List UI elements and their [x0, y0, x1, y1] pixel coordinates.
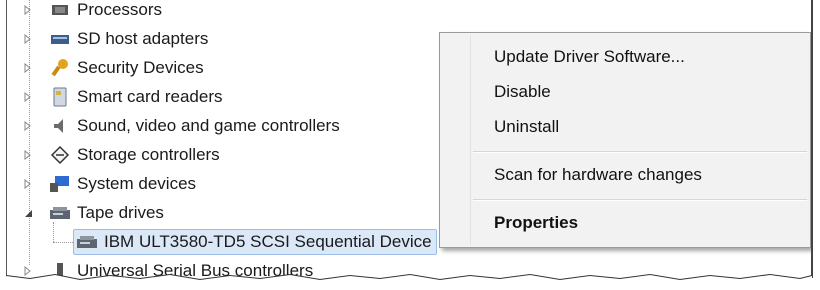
key-icon: [49, 58, 71, 78]
collapse-arrow-icon[interactable]: [23, 208, 33, 218]
tree-item-tape-drives[interactable]: Tape drives: [21, 200, 164, 226]
expand-arrow-icon[interactable]: [23, 179, 33, 189]
menu-separator: [473, 151, 807, 153]
menu-item-update-driver[interactable]: Update Driver Software...: [494, 47, 685, 67]
menu-item-uninstall[interactable]: Uninstall: [494, 117, 559, 137]
menu-separator: [473, 199, 807, 201]
processor-icon: [49, 0, 71, 20]
tree-item-sound-video-game[interactable]: Sound, video and game controllers: [21, 113, 340, 139]
tree-item-system-devices[interactable]: System devices: [21, 171, 196, 197]
smart-card-icon: [49, 87, 71, 107]
context-menu: Update Driver Software... Disable Uninst…: [439, 32, 811, 248]
expand-arrow-icon[interactable]: [23, 63, 33, 73]
tree-item-label: Security Devices: [77, 58, 204, 77]
tape-drive-icon: [49, 203, 71, 223]
tree-line: [53, 242, 73, 243]
tree-item-label: Tape drives: [77, 203, 164, 222]
tree-item-label: IBM ULT3580-TD5 SCSI Sequential Device: [104, 232, 432, 251]
tree-item-security-devices[interactable]: Security Devices: [21, 55, 204, 81]
speaker-icon: [49, 116, 71, 136]
expand-arrow-icon[interactable]: [23, 150, 33, 160]
device-manager-window: Processors SD host adapters Security Dev…: [6, 0, 813, 278]
menu-gutter: [470, 35, 471, 245]
tree-item-label: System devices: [77, 174, 197, 193]
tree-item-storage-controllers[interactable]: Storage controllers: [21, 142, 220, 168]
selection-highlight: IBM ULT3580-TD5 SCSI Sequential Device: [73, 229, 437, 255]
system-device-icon: [49, 174, 71, 194]
torn-edge: [5, 273, 813, 290]
tree-item-label: Sound, video and game controllers: [77, 116, 340, 135]
menu-item-scan-hardware[interactable]: Scan for hardware changes: [494, 165, 702, 185]
tree-item-ibm-tape-device[interactable]: IBM ULT3580-TD5 SCSI Sequential Device: [73, 229, 437, 255]
tree-item-label: Processors: [77, 0, 163, 19]
tree-item-label: Smart card readers: [77, 87, 223, 106]
tree-item-label: SD host adapters: [77, 29, 209, 48]
tree-item-processors[interactable]: Processors: [21, 0, 162, 23]
menu-item-disable[interactable]: Disable: [494, 82, 551, 102]
sd-adapter-icon: [49, 29, 71, 49]
tree-item-smart-card-readers[interactable]: Smart card readers: [21, 84, 223, 110]
menu-item-properties[interactable]: Properties: [494, 213, 578, 233]
tree-item-sd-host-adapters[interactable]: SD host adapters: [21, 26, 208, 52]
expand-arrow-icon[interactable]: [23, 5, 33, 15]
tree-item-label: Storage controllers: [77, 145, 220, 164]
storage-controller-icon: [49, 145, 71, 165]
expand-arrow-icon[interactable]: [23, 92, 33, 102]
tape-drive-icon: [76, 232, 98, 252]
expand-arrow-icon[interactable]: [23, 34, 33, 44]
expand-arrow-icon[interactable]: [23, 121, 33, 131]
